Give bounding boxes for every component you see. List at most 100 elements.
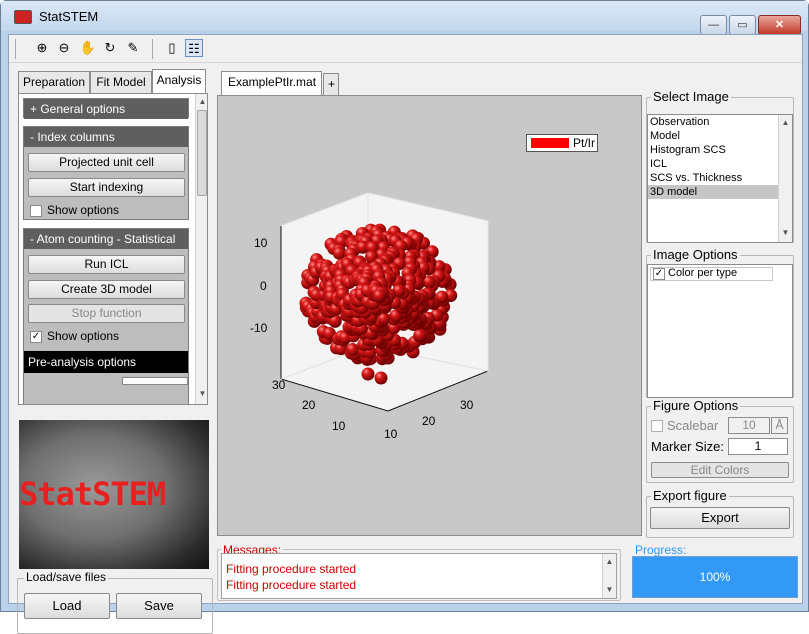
select-image-list[interactable]: Observation Model Histogram SCS ICL SCS …	[647, 114, 793, 243]
z-tick-label: -10	[250, 321, 268, 335]
projected-unit-cell-button[interactable]: Projected unit cell	[28, 153, 185, 172]
stop-function-button: Stop function	[28, 304, 185, 323]
show-options-label: Show options	[47, 329, 120, 343]
load-save-title: Load/save files	[24, 570, 109, 584]
start-indexing-button[interactable]: Start indexing	[28, 178, 185, 197]
list-item-observation[interactable]: Observation	[648, 115, 792, 129]
plot-area[interactable]: Pt/Ir 10 0 -10 30 20 10 10 20 30	[217, 95, 642, 536]
y-tick-label: 20	[302, 398, 316, 412]
message-line: Fitting procedure started	[226, 578, 357, 592]
maximize-button[interactable]: ▭	[729, 15, 756, 35]
export-button[interactable]: Export	[650, 507, 790, 529]
scroll-down-arrow-icon[interactable]: ▼	[604, 584, 615, 596]
image-options-title: Image Options	[651, 247, 740, 262]
general-options-section[interactable]: + General options	[23, 98, 189, 119]
scalebar-length-input: 10	[728, 417, 770, 434]
color-per-type-checkbox[interactable]: ✓	[653, 268, 665, 280]
z-tick-label: 0	[260, 279, 267, 293]
zoom-out-icon[interactable]: ⊖	[55, 39, 73, 57]
atom-counting-header[interactable]: - Atom counting - Statistical	[24, 229, 188, 249]
atom-counting-section: - Atom counting - Statistical Run ICL Cr…	[23, 228, 189, 404]
x-tick-label: 10	[384, 427, 398, 441]
scalebar-label: Scalebar	[667, 418, 719, 433]
run-icl-button[interactable]: Run ICL	[28, 255, 185, 274]
plot-legend: Pt/Ir	[526, 134, 598, 152]
tab-example-ptir[interactable]: ExamplePtIr.mat	[221, 71, 322, 95]
tab-preparation[interactable]: Preparation	[18, 71, 90, 93]
atom	[374, 371, 388, 385]
general-options-header[interactable]: + General options	[24, 99, 188, 119]
figure-options-group: Figure Options Scalebar 10 Å Marker Size…	[646, 398, 794, 483]
save-button[interactable]: Save	[116, 593, 202, 619]
3d-model-plot[interactable]	[218, 96, 641, 535]
data-cursor-icon[interactable]: ✎	[124, 39, 142, 57]
toolbar: ⊕ ⊖ ✋ ↻ ✎ ▯ ☷	[9, 35, 802, 63]
scroll-up-arrow-icon[interactable]: ▲	[780, 117, 791, 129]
create-3d-model-button[interactable]: Create 3D model	[28, 280, 185, 299]
pan-hand-icon[interactable]: ✋	[79, 39, 97, 57]
show-options-checkbox[interactable]	[30, 205, 42, 217]
collapsed-field	[122, 377, 188, 385]
panel-scrollbar[interactable]: ▲ ▼	[195, 94, 207, 404]
scroll-down-arrow-icon[interactable]: ▼	[197, 388, 208, 400]
messages-scrollbar[interactable]: ▲ ▼	[602, 554, 616, 598]
add-tab-button[interactable]: +	[323, 73, 339, 95]
load-save-group: Load/save files Load Save	[17, 570, 213, 634]
toolbar-separator	[15, 39, 16, 59]
list-item-icl[interactable]: ICL	[648, 157, 792, 171]
zoom-in-icon[interactable]: ⊕	[33, 39, 51, 57]
statstem-logo: StatSTEM	[19, 420, 209, 569]
message-line-partial	[226, 554, 266, 557]
atom	[346, 343, 360, 356]
y-tick-label: 10	[332, 419, 346, 433]
y-tick-label: 30	[272, 378, 286, 392]
tab-analysis[interactable]: Analysis	[152, 69, 206, 94]
export-figure-group: Export figure Export	[646, 488, 794, 538]
right-options-panel: Select Image Observation Model Histogram…	[646, 89, 794, 538]
show-options-label: Show options	[47, 203, 120, 217]
minimize-button[interactable]: —	[700, 15, 727, 35]
scroll-up-arrow-icon[interactable]: ▲	[604, 556, 615, 568]
scroll-thumb[interactable]	[197, 110, 207, 196]
title-bar[interactable]: StatSTEM — ▭ ✕	[1, 1, 808, 35]
list-item-scs-vs-thickness[interactable]: SCS vs. Thickness	[648, 171, 792, 185]
status-area: Messages: Fitting procedure started Fitt…	[217, 543, 802, 603]
message-line: Fitting procedure started	[226, 562, 357, 576]
close-button[interactable]: ✕	[758, 15, 801, 35]
analysis-panel: + General options - Index columns Projec…	[18, 93, 208, 405]
image-options-box: ✓ Color per type	[647, 264, 793, 398]
list-item-histogram-scs[interactable]: Histogram SCS	[648, 143, 792, 157]
show-options-checkbox[interactable]: ✓	[30, 331, 42, 343]
marker-size-input[interactable]: 1	[728, 438, 788, 455]
scalebar-checkbox	[651, 420, 663, 432]
select-image-group: Select Image Observation Model Histogram…	[646, 89, 794, 243]
app-icon	[14, 10, 32, 24]
color-per-type-row[interactable]: ✓ Color per type	[650, 267, 773, 281]
list-scrollbar[interactable]: ▲ ▼	[778, 115, 792, 242]
index-columns-section: - Index columns Projected unit cell Star…	[23, 126, 189, 220]
x-tick-label: 20	[422, 414, 436, 428]
list-item-model[interactable]: Model	[648, 129, 792, 143]
x-tick-label: 30	[460, 398, 474, 412]
logo-text: StatSTEM	[19, 475, 166, 513]
tab-fit-model[interactable]: Fit Model	[90, 71, 152, 93]
rotate-3d-icon[interactable]: ↻	[101, 39, 119, 57]
scroll-up-arrow-icon[interactable]: ▲	[197, 96, 208, 108]
scroll-down-arrow-icon[interactable]: ▼	[780, 227, 791, 239]
pre-analysis-options-header[interactable]: Pre-analysis options	[24, 351, 188, 373]
index-columns-header[interactable]: - Index columns	[24, 127, 188, 147]
messages-box[interactable]: Fitting procedure started Fitting proced…	[221, 553, 617, 599]
list-item-3d-model[interactable]: 3D model	[648, 185, 792, 199]
legend-label: Pt/Ir	[573, 136, 596, 150]
load-button[interactable]: Load	[24, 593, 110, 619]
scalebar-unit: Å	[771, 417, 788, 434]
left-panel: Preparation Fit Model Analysis + General…	[9, 65, 215, 634]
image-options-group: Image Options ✓ Color per type	[646, 247, 794, 398]
progress-bar: 100%	[632, 556, 798, 598]
legend-swatch	[531, 138, 569, 148]
edit-colors-button: Edit Colors	[651, 462, 789, 478]
app-window: StatSTEM — ▭ ✕ ⊕ ⊖ ✋ ↻ ✎ ▯ ☷ Preparation…	[0, 0, 809, 634]
legend-icon[interactable]: ☷	[185, 39, 203, 57]
colorbar-icon[interactable]: ▯	[163, 39, 181, 57]
figure-options-title: Figure Options	[651, 398, 741, 413]
